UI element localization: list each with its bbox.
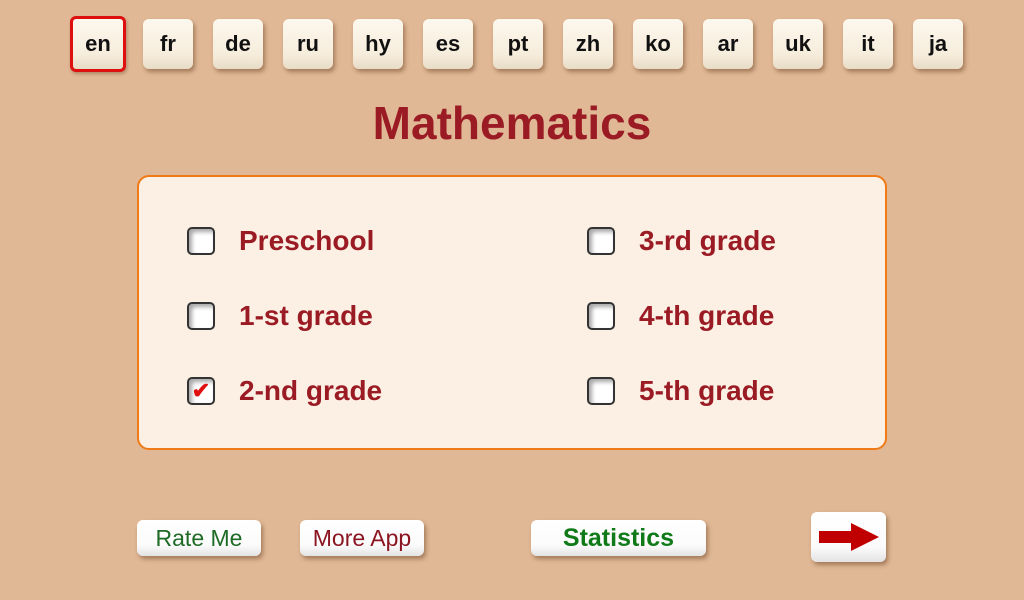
checkbox[interactable]: [587, 227, 615, 255]
grade-option-3rd[interactable]: 3-rd grade: [587, 225, 776, 257]
lang-it-button[interactable]: it: [843, 19, 893, 69]
rate-me-button[interactable]: Rate Me: [137, 520, 261, 556]
lang-hy-button[interactable]: hy: [353, 19, 403, 69]
more-app-button[interactable]: More App: [300, 520, 424, 556]
grade-option-4th[interactable]: 4-th grade: [587, 300, 774, 332]
grade-option-1st[interactable]: 1-st grade: [187, 300, 373, 332]
checkbox[interactable]: [187, 227, 215, 255]
lang-es-button[interactable]: es: [423, 19, 473, 69]
checkbox[interactable]: [187, 302, 215, 330]
grade-label: 1-st grade: [239, 300, 373, 331]
checkbox[interactable]: ✔: [187, 377, 215, 405]
lang-en-button[interactable]: en: [70, 16, 126, 72]
lang-ru-button[interactable]: ru: [283, 19, 333, 69]
grade-option-2nd[interactable]: ✔ 2-nd grade: [187, 375, 382, 407]
lang-pt-button[interactable]: pt: [493, 19, 543, 69]
checkmark-icon: ✔: [191, 378, 211, 403]
grade-label: Preschool: [239, 225, 375, 256]
lang-ko-button[interactable]: ko: [633, 19, 683, 69]
grade-option-5th[interactable]: 5-th grade: [587, 375, 774, 407]
grade-label: 4-th grade: [639, 300, 775, 331]
lang-de-button[interactable]: de: [213, 19, 263, 69]
next-button[interactable]: [811, 512, 886, 562]
checkbox[interactable]: [587, 302, 615, 330]
grade-label: 3-rd grade: [639, 225, 776, 256]
statistics-button[interactable]: Statistics: [531, 520, 706, 556]
language-bar: en fr de ru hy es pt zh ko ar uk it ja: [70, 16, 983, 72]
grade-label: 2-nd grade: [239, 375, 383, 406]
lang-ar-button[interactable]: ar: [703, 19, 753, 69]
lang-ja-button[interactable]: ja: [913, 19, 963, 69]
checkbox[interactable]: [587, 377, 615, 405]
page-title: Mathematics: [372, 97, 652, 149]
lang-fr-button[interactable]: fr: [143, 19, 193, 69]
arrow-right-icon: [818, 523, 879, 551]
grade-label: 5-th grade: [639, 375, 775, 406]
lang-zh-button[interactable]: zh: [563, 19, 613, 69]
grade-option-preschool[interactable]: Preschool: [187, 225, 374, 257]
grade-selection-panel: Preschool 1-st grade ✔ 2-nd grade 3-rd g…: [137, 175, 887, 450]
lang-uk-button[interactable]: uk: [773, 19, 823, 69]
